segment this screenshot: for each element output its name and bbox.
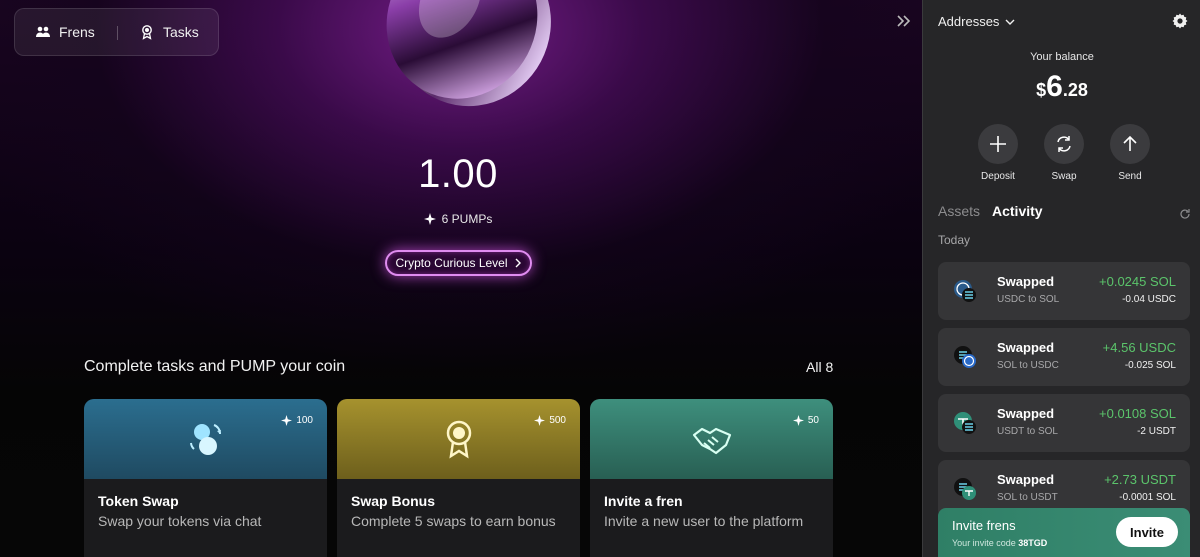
coins-swap-icon (189, 424, 221, 455)
tx-received: +4.56 USDC (1102, 340, 1176, 355)
card-title: Invite a fren (604, 493, 683, 509)
card-title: Swap Bonus (351, 493, 436, 509)
invite-code: Your invite code 38TGD (952, 538, 1047, 548)
points-value: 500 (549, 415, 566, 426)
send-label: Send (1118, 171, 1142, 182)
tab-activity[interactable]: Activity (992, 203, 1043, 219)
nav-tasks-label: Tasks (163, 24, 199, 40)
nav-tasks[interactable]: Tasks (139, 24, 199, 40)
tx-sent: -0.025 SOL (1124, 360, 1176, 371)
refresh-icon[interactable] (1179, 208, 1191, 220)
sol-usdc-icon (954, 346, 976, 368)
chevron-down-icon (1005, 19, 1015, 25)
wallet-panel: Addresses Your balance $6.28 Deposit Swa… (922, 0, 1200, 557)
invite-title: Invite frens (952, 518, 1016, 533)
gear-icon[interactable] (1171, 12, 1189, 30)
deposit-label: Deposit (981, 171, 1015, 182)
pumps-label: 6 PUMPs (441, 212, 493, 226)
send-button[interactable]: Send (1100, 124, 1160, 182)
swap-button[interactable]: Swap (1034, 124, 1094, 182)
tasks-section-title: Complete tasks and PUMP your coin (84, 358, 346, 375)
task-card-token-swap[interactable]: 100 Token Swap Swap your tokens via chat (84, 399, 327, 557)
send-circle (1110, 124, 1150, 164)
invite-frens-bar: Invite frens Your invite code 38TGD Invi… (938, 508, 1190, 557)
tx-pair: SOL to USDT (997, 492, 1058, 503)
invite-code-label: Your invite code (952, 538, 1016, 548)
swap-circle (1044, 124, 1084, 164)
balance-fraction: .28 (1062, 80, 1088, 100)
card-description: Complete 5 swaps to earn bonus (351, 513, 556, 529)
balance-label: Your balance (1030, 51, 1094, 63)
card-description: Invite a new user to the platform (604, 513, 804, 529)
task-card-invite-fren[interactable]: 50 Invite a fren Invite a new user to th… (590, 399, 833, 557)
tx-pair: USDC to SOL (997, 294, 1060, 305)
sparkle-icon (534, 415, 546, 426)
tx-type: Swapped (997, 274, 1055, 289)
coin-image (386, 0, 551, 107)
card-header: 100 (84, 399, 327, 479)
deposit-circle (978, 124, 1018, 164)
balance-amount: $6.28 (923, 70, 1200, 104)
tx-pair: SOL to USDC (997, 360, 1059, 371)
points-value: 100 (296, 415, 313, 426)
points-badge: 50 (792, 415, 819, 426)
chevron-right-icon (515, 258, 521, 268)
card-header: 50 (590, 399, 833, 479)
tx-type: Swapped (997, 406, 1055, 421)
tx-received: +0.0108 SOL (1099, 406, 1176, 421)
sparkle-icon (792, 415, 804, 426)
sparkle-icon (423, 213, 436, 225)
transaction-row[interactable]: Swapped USDT to SOL +0.0108 SOL -2 USDT (938, 394, 1190, 452)
deposit-button[interactable]: Deposit (968, 124, 1028, 182)
transaction-row[interactable]: Swapped SOL to USDC +4.56 USDC -0.025 SO… (938, 328, 1190, 386)
tx-received: +0.0245 SOL (1099, 274, 1176, 289)
pumps-count: 6 PUMPs (0, 212, 916, 226)
medal-icon (446, 420, 471, 459)
nav-frens[interactable]: Frens (35, 24, 95, 40)
task-card-swap-bonus[interactable]: 500 Swap Bonus Complete 5 swaps to earn … (337, 399, 580, 557)
card-description: Swap your tokens via chat (98, 513, 262, 529)
balance-currency: $ (1036, 80, 1047, 100)
points-badge: 100 (281, 415, 313, 426)
handshake-icon (692, 427, 731, 455)
all-tasks-link[interactable]: All 8 (806, 359, 833, 375)
medal-icon (142, 25, 152, 40)
invite-code-value: 38TGD (1018, 538, 1048, 548)
points-badge: 500 (534, 415, 566, 426)
plus-icon (990, 136, 1006, 152)
top-nav: Frens Tasks (14, 8, 219, 56)
addresses-dropdown[interactable]: Addresses (938, 14, 1015, 29)
points-value: 50 (807, 415, 819, 426)
tx-received: +2.73 USDT (1104, 472, 1176, 487)
tx-pair: USDT to SOL (997, 426, 1058, 437)
nav-divider (117, 26, 118, 40)
frens-icon (36, 26, 50, 37)
sol-usdt-icon (954, 478, 976, 500)
tx-sent: -2 USDT (1137, 426, 1176, 437)
tab-assets[interactable]: Assets (938, 203, 980, 219)
collapse-panel-icon[interactable] (895, 12, 913, 30)
refresh-swap-icon (1057, 136, 1071, 152)
card-header: 500 (337, 399, 580, 479)
addresses-label: Addresses (938, 14, 1000, 29)
tx-sent: -0.0001 SOL (1119, 492, 1176, 503)
coin-score: 1.00 (418, 152, 498, 196)
card-title: Token Swap (98, 493, 179, 509)
invite-button[interactable]: Invite (1116, 517, 1178, 547)
sparkle-icon (281, 415, 293, 426)
balance-whole: 6 (1046, 70, 1063, 103)
usdc-sol-icon (954, 280, 976, 302)
nav-frens-label: Frens (59, 24, 95, 40)
level-button[interactable]: Crypto Curious Level (385, 250, 532, 276)
swap-label: Swap (1051, 171, 1077, 182)
arrow-up-icon (1123, 135, 1137, 151)
tx-sent: -0.04 USDC (1122, 294, 1176, 305)
main-area: Frens Tasks 1.00 6 PUMPs Crypto Curious … (0, 0, 922, 557)
usdt-sol-icon (954, 412, 976, 434)
transaction-row[interactable]: Swapped USDC to SOL +0.0245 SOL -0.04 US… (938, 262, 1190, 320)
level-label: Crypto Curious Level (395, 256, 508, 270)
tx-type: Swapped (997, 340, 1055, 355)
tx-type: Swapped (997, 472, 1055, 487)
day-label: Today (938, 233, 971, 247)
